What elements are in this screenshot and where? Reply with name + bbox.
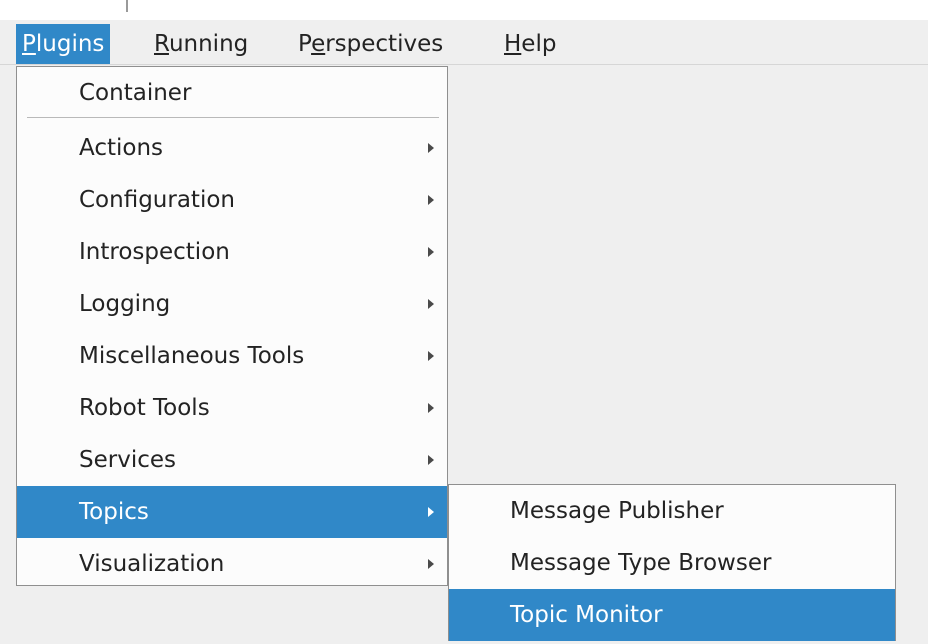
menu-item-actions[interactable]: Actions — [17, 122, 447, 174]
submenu-arrow-icon — [428, 559, 434, 569]
submenu-arrow-icon — [428, 455, 434, 465]
menu-item-label: Visualization — [79, 551, 225, 577]
menu-perspectives-mnemonic: e — [311, 31, 326, 57]
submenu-arrow-icon — [428, 247, 434, 257]
menu-item-label: Actions — [79, 135, 164, 161]
submenu-arrow-icon — [428, 195, 434, 205]
menu-item-label: Miscellaneous Tools — [79, 343, 305, 369]
menu-help-mnemonic: H — [504, 31, 522, 57]
submenu-arrow-icon — [428, 351, 434, 361]
submenu-item-message-type-browser[interactable]: Message Type Browser — [449, 537, 895, 589]
menu-item-container[interactable]: Container — [17, 67, 447, 119]
submenu-item-label: Topic Monitor — [510, 602, 663, 628]
menu-plugins-rest: lugins — [35, 31, 105, 57]
menu-help-rest: elp — [521, 31, 557, 57]
menu-item-logging[interactable]: Logging — [17, 278, 447, 330]
submenu-item-label: Message Type Browser — [510, 550, 772, 576]
menu-item-label: Introspection — [79, 239, 230, 265]
menu-perspectives[interactable]: Perspectives — [292, 24, 449, 64]
submenu-arrow-icon — [428, 403, 434, 413]
menu-perspectives-rest: rspectives — [325, 31, 444, 57]
submenu-arrow-icon — [428, 507, 434, 517]
menu-item-robot-tools[interactable]: Robot Tools — [17, 382, 447, 434]
menu-plugins-mnemonic: P — [22, 31, 36, 57]
menu-plugins[interactable]: Plugins — [16, 24, 111, 64]
menu-item-label: Topics — [79, 499, 149, 525]
topics-submenu: Message Publisher Message Type Browser T… — [448, 484, 896, 641]
menu-item-label: Robot Tools — [79, 395, 210, 421]
menu-item-configuration[interactable]: Configuration — [17, 174, 447, 226]
menu-running-mnemonic: R — [154, 31, 169, 57]
menu-help[interactable]: Help — [498, 24, 562, 64]
menu-separator — [27, 117, 439, 118]
menu-item-introspection[interactable]: Introspection — [17, 226, 447, 278]
submenu-item-topic-monitor[interactable]: Topic Monitor — [449, 589, 895, 641]
menu-item-topics[interactable]: Topics — [17, 486, 447, 538]
menu-item-miscellaneous-tools[interactable]: Miscellaneous Tools — [17, 330, 447, 382]
menu-item-container-label: Container — [79, 80, 192, 106]
menu-running[interactable]: Running — [148, 24, 254, 64]
window-top-edge — [0, 0, 928, 20]
menu-bar: Plugins Running Perspectives Help — [0, 20, 928, 65]
menu-item-label: Configuration — [79, 187, 235, 213]
menu-perspectives-pre: P — [298, 31, 312, 57]
submenu-arrow-icon — [428, 143, 434, 153]
submenu-item-label: Message Publisher — [510, 498, 724, 524]
submenu-arrow-icon — [428, 299, 434, 309]
menu-running-rest: unning — [168, 31, 249, 57]
plugins-dropdown-menu: Container Actions Configuration Introspe… — [16, 66, 448, 586]
menu-item-services[interactable]: Services — [17, 434, 447, 486]
submenu-item-message-publisher[interactable]: Message Publisher — [449, 485, 895, 537]
text-cursor-sliver — [126, 0, 128, 12]
menu-item-visualization[interactable]: Visualization — [17, 538, 447, 590]
menu-item-label: Services — [79, 447, 176, 473]
menu-item-label: Logging — [79, 291, 171, 317]
